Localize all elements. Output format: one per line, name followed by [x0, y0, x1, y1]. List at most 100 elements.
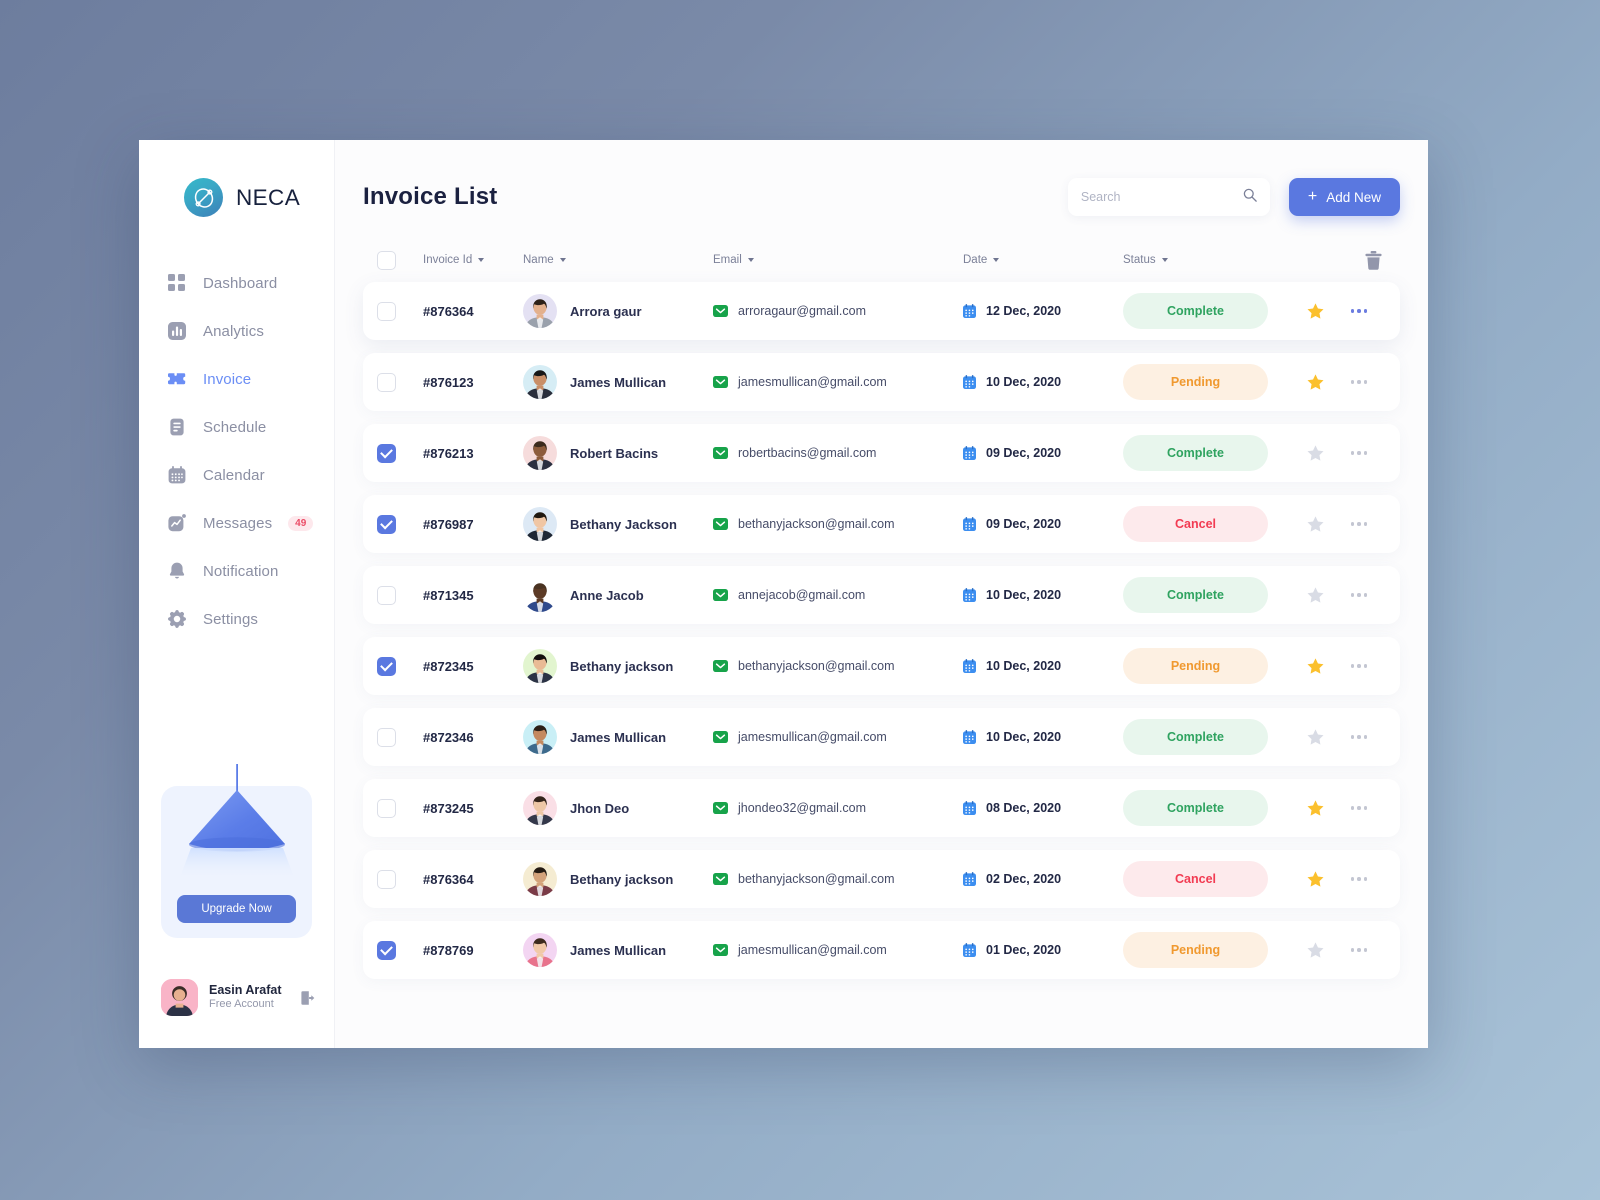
more-options-icon[interactable] [1350, 380, 1368, 384]
search-icon[interactable] [1243, 188, 1257, 207]
trash-icon[interactable] [1362, 250, 1384, 270]
row-more-menu[interactable] [1337, 806, 1381, 810]
column-header-email[interactable]: Email [713, 254, 963, 266]
sidebar-item-invoice[interactable]: Invoice [139, 355, 334, 403]
row-checkbox[interactable] [377, 727, 396, 747]
more-options-icon[interactable] [1350, 309, 1368, 313]
more-options-icon[interactable] [1350, 877, 1368, 881]
column-header-name[interactable]: Name [523, 254, 713, 266]
logout-icon[interactable] [301, 990, 317, 1006]
favorite-star-icon[interactable] [1293, 373, 1337, 392]
mail-icon [713, 731, 728, 743]
row-more-menu[interactable] [1337, 522, 1381, 526]
cell-status: Pending [1123, 364, 1293, 400]
customer-name: James Mullican [570, 942, 667, 958]
add-new-button[interactable]: + Add New [1288, 178, 1400, 216]
row-more-menu[interactable] [1337, 735, 1381, 739]
row-more-menu[interactable] [1337, 664, 1381, 668]
favorite-star-icon[interactable] [1293, 586, 1337, 605]
row-select-cell [377, 585, 423, 605]
sidebar-item-messages[interactable]: Messages 49 [139, 499, 334, 547]
more-options-icon[interactable] [1350, 451, 1368, 455]
mail-icon [713, 944, 728, 956]
row-more-menu[interactable] [1337, 877, 1381, 881]
table-row[interactable]: #876987 Bethany Jackson bethanyjackson@g… [363, 495, 1400, 553]
sidebar-item-label: Invoice [203, 370, 252, 388]
table-row[interactable]: #878769 James Mullican jamesmullican@gma… [363, 921, 1400, 979]
more-options-icon[interactable] [1350, 948, 1368, 952]
table-row[interactable]: #876364 Arrora gaur arroragaur@gmail.com… [363, 282, 1400, 340]
row-more-menu[interactable] [1337, 451, 1381, 455]
calendar-icon [963, 730, 976, 744]
favorite-star-icon[interactable] [1293, 444, 1337, 463]
email-text: jamesmullican@gmail.com [738, 943, 887, 957]
table-row[interactable]: #876123 James Mullican jamesmullican@gma… [363, 353, 1400, 411]
row-more-menu[interactable] [1337, 593, 1381, 597]
table-row[interactable]: #873245 Jhon Deo jhondeo32@gmail.com 08 … [363, 779, 1400, 837]
table-row[interactable]: #872345 Bethany jackson bethanyjackson@g… [363, 637, 1400, 695]
sidebar-item-calendar[interactable]: Calendar [139, 451, 334, 499]
sidebar-profile[interactable]: Easin Arafat Free Account [161, 979, 317, 1016]
favorite-star-icon[interactable] [1293, 515, 1337, 534]
search-box[interactable] [1067, 178, 1270, 216]
cell-email: bethanyjackson@gmail.com [713, 517, 963, 531]
cell-name: Bethany Jackson [523, 507, 713, 541]
column-header-invoice-id[interactable]: Invoice Id [423, 254, 523, 266]
customer-name: Bethany jackson [570, 658, 674, 674]
table-row[interactable]: #876213 Robert Bacins robertbacins@gmail… [363, 424, 1400, 482]
calendar-icon [963, 517, 976, 531]
more-options-icon[interactable] [1350, 522, 1368, 526]
more-options-icon[interactable] [1350, 664, 1368, 668]
date-text: 02 Dec, 2020 [986, 872, 1062, 886]
cell-status: Complete [1123, 577, 1293, 613]
table-row[interactable]: #872346 James Mullican jamesmullican@gma… [363, 708, 1400, 766]
cell-name: Robert Bacins [523, 436, 713, 470]
row-checkbox[interactable] [377, 940, 396, 960]
table-row[interactable]: #871345 Anne Jacob annejacob@gmail.com 1… [363, 566, 1400, 624]
sidebar-item-analytics[interactable]: Analytics [139, 307, 334, 355]
favorite-star-icon[interactable] [1293, 941, 1337, 960]
row-more-menu[interactable] [1337, 309, 1381, 313]
favorite-star-icon[interactable] [1293, 870, 1337, 889]
upgrade-now-button[interactable]: Upgrade Now [177, 895, 296, 923]
mail-icon [713, 305, 728, 317]
cell-invoice-id: #878769 [423, 942, 474, 958]
customer-name: Bethany Jackson [570, 516, 677, 532]
cell-name: Anne Jacob [523, 578, 713, 612]
row-more-menu[interactable] [1337, 380, 1381, 384]
row-checkbox[interactable] [377, 301, 396, 321]
search-input[interactable] [1080, 190, 1237, 204]
favorite-star-icon[interactable] [1293, 728, 1337, 747]
sidebar-item-schedule[interactable]: Schedule [139, 403, 334, 451]
row-more-menu[interactable] [1337, 948, 1381, 952]
lamp-icon [161, 764, 312, 884]
calendar-icon [963, 304, 976, 318]
row-checkbox[interactable] [377, 372, 396, 392]
row-checkbox[interactable] [377, 798, 396, 818]
cell-invoice-id: #876364 [423, 871, 474, 887]
table-row[interactable]: #876364 Bethany jackson bethanyjackson@g… [363, 850, 1400, 908]
row-checkbox[interactable] [377, 443, 396, 463]
column-header-date[interactable]: Date [963, 254, 1123, 266]
more-options-icon[interactable] [1350, 735, 1368, 739]
cell-status: Complete [1123, 293, 1293, 329]
row-checkbox[interactable] [377, 514, 396, 534]
sidebar-item-label: Notification [203, 562, 279, 580]
favorite-star-icon[interactable] [1293, 799, 1337, 818]
sidebar-item-dashboard[interactable]: Dashboard [139, 259, 334, 307]
page-title: Invoice List [363, 183, 498, 210]
status-badge: Complete [1123, 719, 1268, 755]
column-header-status[interactable]: Status [1123, 254, 1293, 266]
more-options-icon[interactable] [1350, 806, 1368, 810]
select-all-checkbox[interactable] [377, 250, 396, 270]
row-checkbox[interactable] [377, 869, 396, 889]
row-checkbox[interactable] [377, 656, 396, 676]
brand-logo-area[interactable]: NECA [139, 178, 334, 217]
favorite-star-icon[interactable] [1293, 657, 1337, 676]
cell-date: 02 Dec, 2020 [963, 872, 1123, 886]
sidebar-item-notification[interactable]: Notification [139, 547, 334, 595]
row-checkbox[interactable] [377, 585, 396, 605]
sidebar-item-settings[interactable]: Settings [139, 595, 334, 643]
more-options-icon[interactable] [1350, 593, 1368, 597]
favorite-star-icon[interactable] [1293, 302, 1337, 321]
